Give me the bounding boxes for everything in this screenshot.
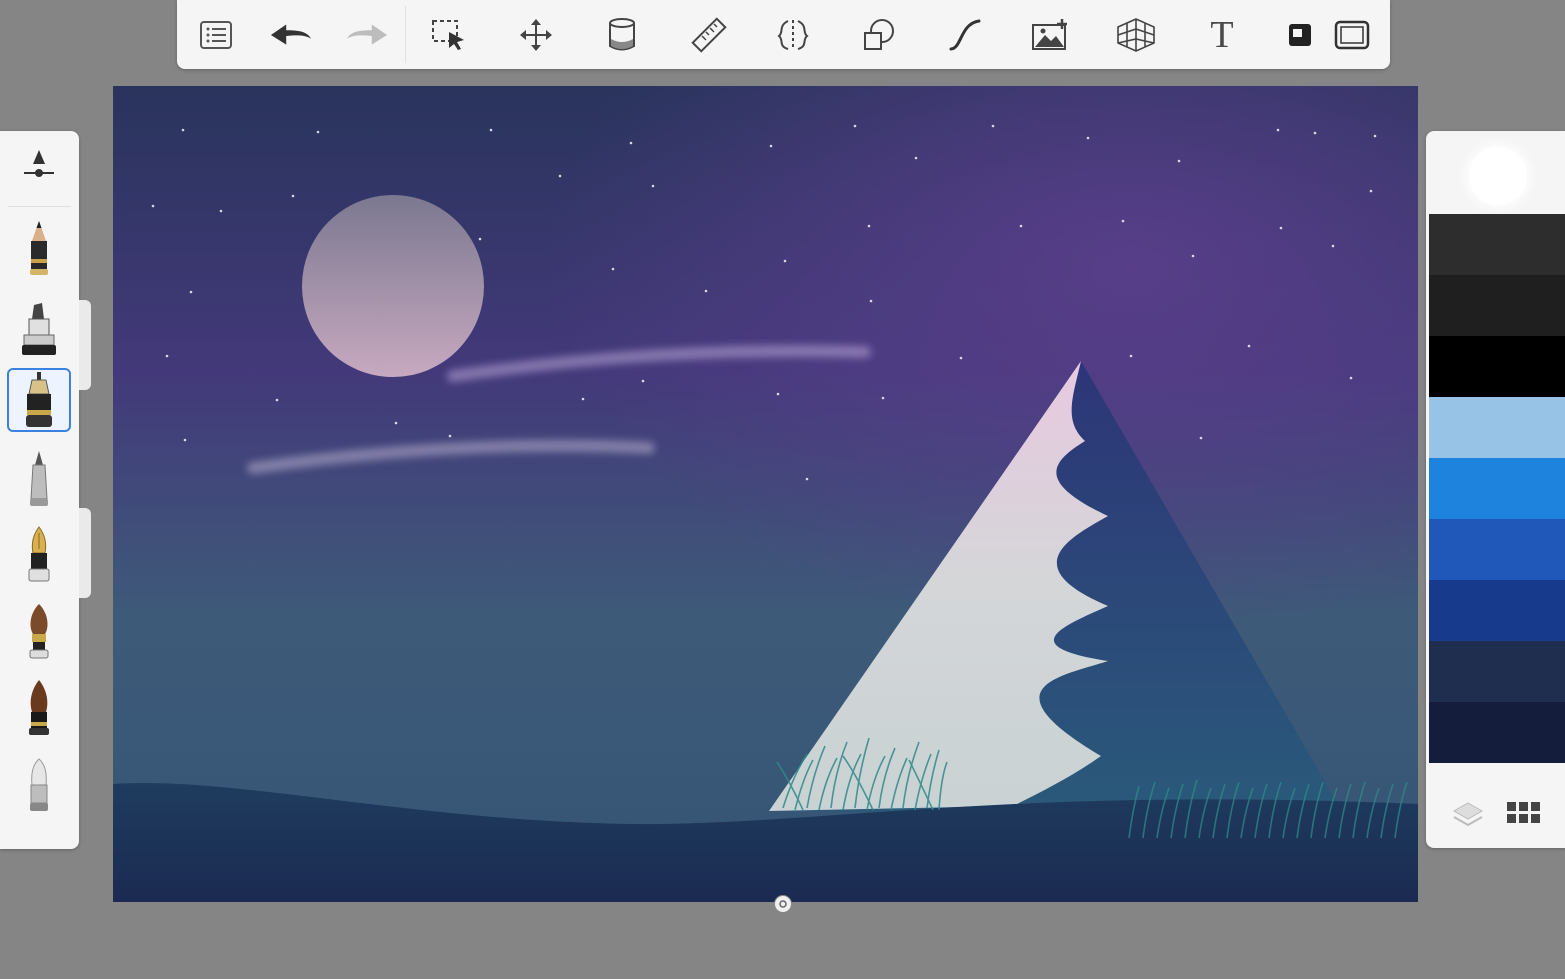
shapes-icon[interactable] xyxy=(857,14,901,56)
brush-panel-divider xyxy=(8,206,71,207)
pencil-brush[interactable] xyxy=(7,217,71,281)
brush-panel-handle-lower[interactable] xyxy=(79,508,91,598)
color-swatch-0[interactable] xyxy=(1429,214,1565,275)
layers-icon[interactable] xyxy=(1452,801,1484,834)
symmetry-icon[interactable] xyxy=(771,14,815,56)
color-swatch-3[interactable] xyxy=(1429,397,1565,458)
color-grid-icon[interactable] xyxy=(1507,802,1541,831)
ink-brush[interactable] xyxy=(7,677,71,741)
brush-panel-handle[interactable] xyxy=(79,300,91,390)
color-swatch-7[interactable] xyxy=(1429,641,1565,702)
fill-bucket-icon[interactable] xyxy=(600,14,644,56)
color-palette xyxy=(1426,131,1565,848)
marker-brush[interactable] xyxy=(7,297,71,361)
color-panel-footer xyxy=(1426,781,1565,848)
color-swatch-4[interactable] xyxy=(1429,458,1565,519)
drawing-canvas[interactable] xyxy=(113,86,1418,902)
text-tool-label: T xyxy=(1210,14,1234,56)
layer-mask-icon[interactable] xyxy=(1278,14,1322,56)
transform-icon[interactable] xyxy=(514,14,558,56)
list-icon[interactable] xyxy=(194,14,238,56)
fullscreen-icon[interactable] xyxy=(1330,14,1374,56)
fountain-pen-brush[interactable] xyxy=(7,524,71,588)
paint-brush[interactable] xyxy=(7,601,71,665)
color-swatch-8[interactable] xyxy=(1429,702,1565,763)
technical-pen-brush[interactable] xyxy=(7,368,71,432)
import-image-icon[interactable] xyxy=(1028,14,1072,56)
undo-icon[interactable] xyxy=(269,14,313,56)
color-swatch-5[interactable] xyxy=(1429,519,1565,580)
top-toolbar: T xyxy=(177,0,1390,69)
brush-palette xyxy=(0,131,79,849)
toolbar-divider xyxy=(405,6,406,63)
current-color-puck[interactable] xyxy=(1469,147,1527,205)
color-swatches xyxy=(1429,214,1565,763)
color-swatch-2[interactable] xyxy=(1429,336,1565,397)
moon xyxy=(302,195,484,377)
perspective-grid-icon[interactable] xyxy=(1114,14,1158,56)
canvas-rotate-handle[interactable] xyxy=(774,895,792,913)
color-swatch-1[interactable] xyxy=(1429,275,1565,336)
brush-size-slider-icon[interactable] xyxy=(7,134,71,198)
eraser-brush[interactable] xyxy=(7,754,71,818)
text-tool-icon[interactable]: T xyxy=(1200,14,1244,56)
ballpoint-brush[interactable] xyxy=(7,447,71,511)
color-swatch-6[interactable] xyxy=(1429,580,1565,641)
redo-icon[interactable] xyxy=(345,14,389,56)
ruler-icon[interactable] xyxy=(687,14,731,56)
selection-icon[interactable] xyxy=(427,14,471,56)
curve-icon[interactable] xyxy=(943,14,987,56)
